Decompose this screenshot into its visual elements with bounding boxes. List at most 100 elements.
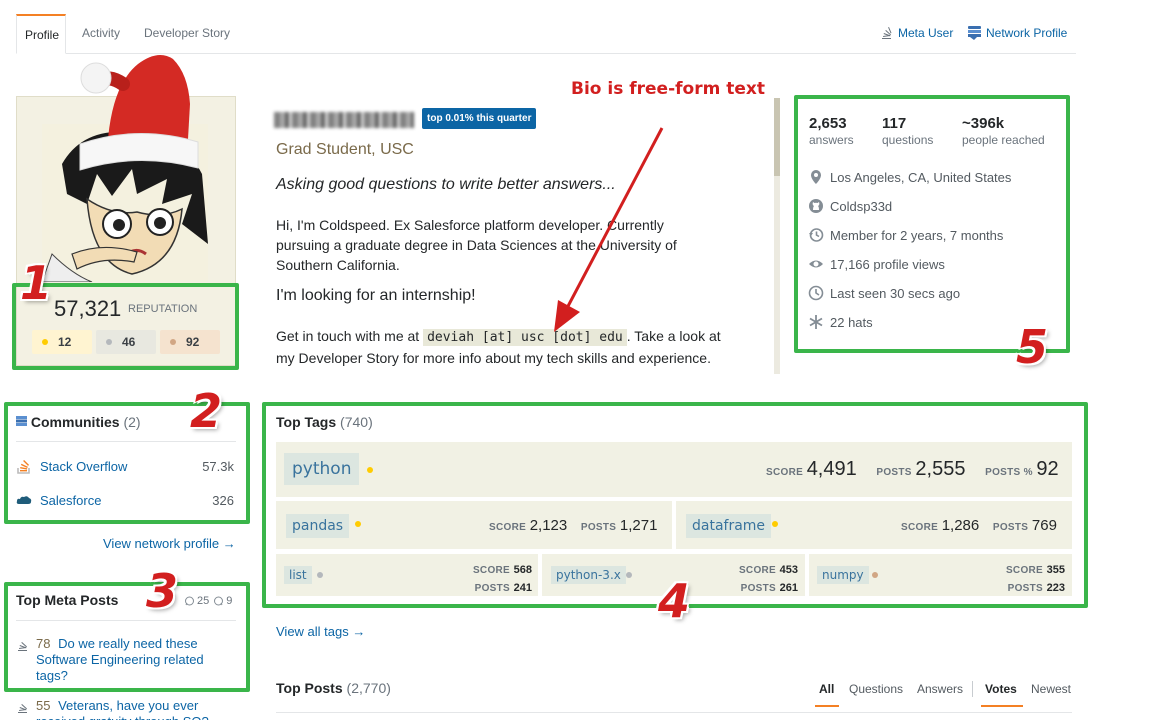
top-percent-badge[interactable]: top 0.01% this quarter: [422, 108, 537, 129]
score-label: SCORE: [766, 467, 804, 478]
primary-posts: 2,555: [915, 458, 966, 480]
meta-user-link[interactable]: Meta User: [880, 26, 953, 40]
meta-post-title[interactable]: Do we really need these Software Enginee…: [36, 636, 204, 683]
gold-tag-badge-icon: [772, 521, 778, 527]
snowflake-icon: [809, 315, 823, 329]
reputation-value: 57,321: [54, 296, 122, 321]
posts-label: POSTS: [876, 467, 912, 478]
top-posts-title: Top Posts: [276, 680, 343, 696]
silver-badge-count: 46: [122, 335, 136, 349]
hats-count[interactable]: 22 hats: [830, 315, 873, 330]
tab-profile[interactable]: Profile: [16, 14, 66, 54]
tag-posts: 241: [513, 582, 532, 594]
profile-views: 17,166 profile views: [830, 256, 945, 272]
tag-score: 453: [779, 564, 798, 576]
gold-tag-badge-icon: [367, 467, 373, 473]
top-tags-count: (740): [340, 414, 373, 430]
posts-label: POSTS: [1007, 583, 1044, 594]
sort-newest[interactable]: Newest: [1031, 682, 1071, 696]
annotation-number-1: 1: [20, 256, 53, 310]
comment-icon: [185, 596, 194, 605]
tag-pandas[interactable]: pandas: [286, 514, 350, 538]
silver-tag-badge-icon: [317, 572, 323, 578]
community-name[interactable]: Stack Overflow: [40, 459, 127, 474]
posts-label: POSTS: [740, 583, 777, 594]
answer-icon: [214, 596, 224, 605]
silver-tag-badge-icon: [626, 572, 632, 578]
view-network-profile-link[interactable]: View network profile →: [103, 536, 236, 551]
communities-heading: Communities (2): [16, 414, 141, 430]
community-name[interactable]: Salesforce: [40, 493, 101, 508]
annotation-number-2: 2: [190, 384, 223, 438]
tag-posts: 223: [1046, 582, 1065, 594]
filter-separator: [972, 681, 973, 697]
github-icon: [809, 199, 823, 213]
meta-comments-count: 25: [197, 595, 210, 607]
tag-score: 1,286: [941, 517, 980, 534]
filter-answers[interactable]: Answers: [917, 682, 963, 696]
tertiary-tag-stats: SCORE 355 POSTS 223: [993, 561, 1065, 597]
tag-score: 2,123: [529, 517, 568, 534]
annotation-number-5: 5: [1016, 320, 1049, 374]
meta-post-score: 55: [36, 698, 51, 713]
gold-badge-count: 12: [58, 335, 72, 349]
top-posts-count: (2,770): [346, 680, 391, 696]
info-views: 17,166 profile views: [808, 256, 945, 272]
meta-site-icon: [18, 704, 27, 713]
bronze-tag-badge-icon: [872, 572, 878, 578]
clock-icon: [808, 285, 824, 301]
community-salesforce[interactable]: Salesforce 326: [16, 492, 234, 508]
github-username[interactable]: Coldsp33d: [830, 199, 892, 214]
community-stackoverflow[interactable]: Stack Overflow 57.3k: [16, 458, 234, 474]
reputation-label: REPUTATION: [128, 303, 198, 315]
location-text: Los Angeles, CA, United States: [830, 169, 1012, 185]
tag-python[interactable]: python: [284, 453, 360, 485]
tag-dataframe[interactable]: dataframe: [686, 514, 772, 538]
score-label: SCORE: [901, 522, 939, 533]
network-profile-link[interactable]: Network Profile: [968, 26, 1067, 40]
questions-count: 117: [882, 115, 907, 132]
meta-post-item[interactable]: 55 Veterans, have you ever received grat…: [16, 698, 226, 720]
bio-scroll-thumb[interactable]: [774, 98, 780, 176]
annotation-arrow-icon: [554, 127, 664, 332]
tag-list[interactable]: list: [284, 566, 312, 584]
top-tags-title: Top Tags: [276, 414, 337, 430]
gold-badges[interactable]: 12: [32, 330, 92, 354]
tag-python-3x[interactable]: python-3.x: [551, 566, 626, 584]
tag-score: 568: [513, 564, 532, 576]
divider: [276, 712, 1072, 713]
meta-posts-stats: 25 9: [184, 595, 232, 607]
sort-votes[interactable]: Votes: [985, 682, 1017, 696]
bronze-badge-count: 92: [186, 335, 200, 349]
stack-exchange-meta-icon: [882, 27, 892, 39]
last-seen-text: Last seen 30 secs ago: [830, 285, 961, 301]
filter-questions[interactable]: Questions: [849, 682, 903, 696]
user-name-redacted: [274, 112, 414, 128]
view-all-tags-link[interactable]: View all tags →: [276, 624, 365, 639]
info-github[interactable]: Coldsp33d: [808, 198, 892, 214]
gold-tag-badge-icon: [355, 521, 361, 527]
bronze-badges[interactable]: 92: [160, 330, 220, 354]
info-hats[interactable]: 22 hats: [808, 314, 873, 330]
meta-answers-count: 9: [226, 595, 233, 607]
secondary-tag-stats: SCORE 2,123 POSTS 1,271: [489, 517, 657, 534]
info-location: Los Angeles, CA, United States: [808, 169, 1011, 185]
silver-badge-icon: [106, 339, 112, 345]
tertiary-tag-stats: SCORE 568 POSTS 241: [460, 561, 532, 597]
silver-badges[interactable]: 46: [96, 330, 156, 354]
meta-post-item[interactable]: 78 Do we really need these Software Engi…: [16, 636, 216, 684]
user-title: Grad Student, USC: [276, 141, 414, 158]
stack-exchange-icon: [968, 26, 981, 40]
meta-post-title[interactable]: Veterans, have you ever received gratuit…: [36, 698, 209, 720]
bio-text: Hi, I'm Coldspeed. Ex Salesforce platfor…: [270, 210, 770, 373]
people-reached-count: ~396k: [962, 115, 1005, 132]
posts-label: POSTS: [992, 522, 1029, 533]
salesforce-cloud-icon: [16, 496, 32, 504]
tag-numpy[interactable]: numpy: [817, 566, 869, 584]
meta-post-score: 78: [36, 636, 51, 651]
member-duration: Member for 2 years, 7 months: [830, 227, 1004, 243]
bio-contact-pre: Get in touch with me at: [276, 328, 420, 344]
filter-all-underline: [815, 705, 839, 707]
filter-all[interactable]: All: [819, 682, 834, 696]
meta-user-label: Meta User: [898, 26, 954, 40]
